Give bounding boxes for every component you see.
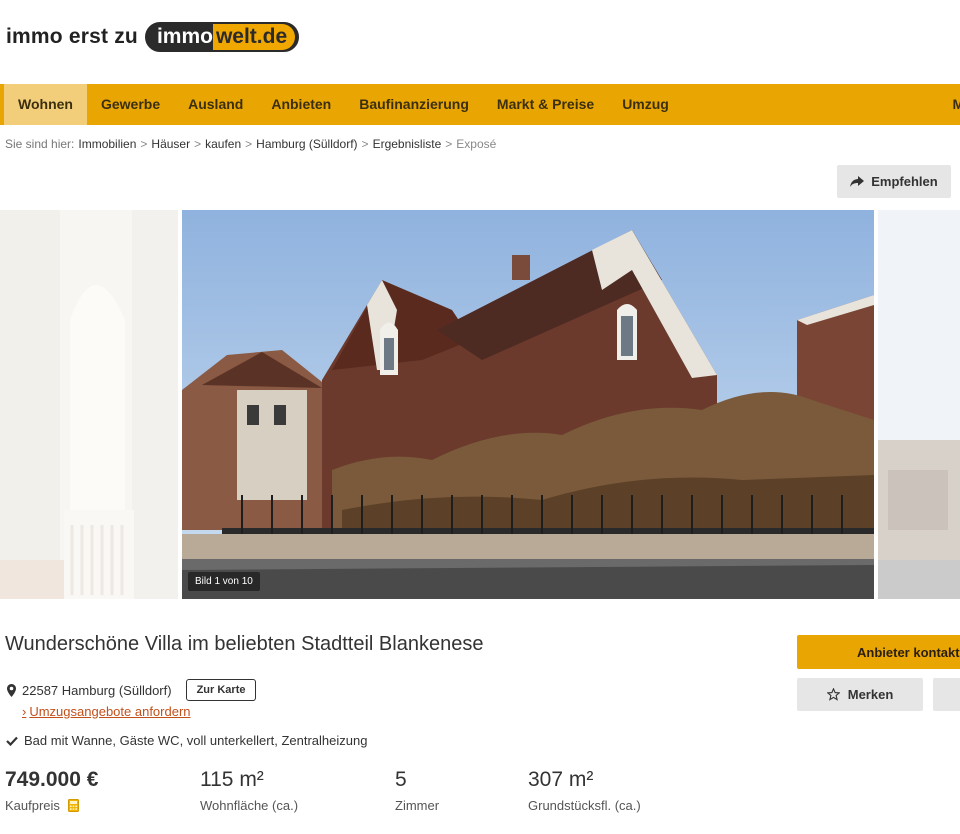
contact-provider-button[interactable]: Anbieter kontaktieren — [797, 635, 960, 669]
breadcrumb-link[interactable]: Hamburg (Sülldorf) — [256, 137, 357, 151]
breadcrumb-link[interactable]: kaufen — [205, 137, 241, 151]
nav-item-ausland[interactable]: Ausland — [174, 84, 257, 125]
checkmark-icon — [6, 736, 18, 746]
logo-immo: immo — [156, 25, 213, 48]
living-area-label: Wohnfläche (ca.) — [200, 798, 299, 813]
living-area-value: 115 m² — [200, 768, 264, 791]
moving-offers-link[interactable]: › Umzugsangebote anfordern — [22, 704, 191, 719]
listing-title: Wunderschöne Villa im beliebten Stadttei… — [5, 633, 484, 655]
show-map-button[interactable]: Zur Karte — [185, 679, 257, 701]
logo-welt: welt.de — [212, 24, 296, 50]
breadcrumb-separator: > — [140, 137, 148, 151]
fact-plot-area: 307 m² Grundstücksfl. (ca.) — [528, 768, 641, 813]
listing-address-row: 22587 Hamburg (Sülldorf) Zur Karte — [7, 679, 257, 701]
site-logo[interactable]: immo erst zu immo welt.de — [6, 22, 300, 52]
plot-area-value: 307 m² — [528, 768, 594, 791]
breadcrumb-link[interactable]: Immobilien — [78, 137, 136, 151]
breadcrumb-separator: > — [361, 137, 369, 151]
breadcrumb-link[interactable]: Häuser — [151, 137, 190, 151]
breadcrumb-link[interactable]: Ergebnisliste — [373, 137, 442, 151]
fact-rooms: 5 Zimmer — [395, 768, 439, 813]
breadcrumb-prefix: Sie sind hier: — [5, 137, 75, 151]
logo-badge: immo welt.de — [144, 22, 300, 52]
rooms-value: 5 — [395, 768, 407, 791]
save-listing-button[interactable]: Merken — [797, 678, 923, 711]
fact-price: 749.000 € Kaufpreis — [5, 768, 98, 813]
nav-item-wohnen[interactable]: Wohnen — [4, 84, 87, 125]
listing-address: 22587 Hamburg (Sülldorf) — [22, 682, 172, 698]
logo-prefix: immo erst zu — [6, 25, 138, 48]
save-listing-label: Merken — [847, 687, 894, 702]
star-icon — [826, 688, 840, 701]
breadcrumb-separator: > — [445, 137, 453, 151]
chevron-right-icon: › — [22, 704, 27, 719]
price-label: Kaufpreis — [5, 798, 60, 813]
moving-offers-link-label: Umzugsangebote anfordern — [29, 704, 191, 719]
price-value: 749.000 € — [5, 768, 99, 791]
nav-item-baufinanzierung[interactable]: Baufinanzierung — [345, 84, 483, 125]
image-counter: Bild 1 von 10 — [188, 572, 260, 591]
image-gallery — [0, 210, 960, 599]
nav-item-anbieten[interactable]: Anbieten — [257, 84, 345, 125]
plot-area-label: Grundstücksfl. (ca.) — [528, 798, 641, 813]
breadcrumb-separator: > — [194, 137, 202, 151]
share-icon — [850, 175, 865, 187]
site-header: immo erst zu immo welt.de — [0, 0, 960, 84]
fact-living-area: 115 m² Wohnfläche (ca.) — [200, 768, 298, 813]
share-button[interactable]: Empfehlen — [837, 165, 951, 198]
gallery-next-image[interactable] — [878, 210, 960, 599]
features-text: Bad mit Wanne, Gäste WC, voll unterkelle… — [24, 733, 368, 748]
gallery-main-photo[interactable] — [182, 210, 874, 599]
map-pin-icon — [7, 683, 16, 697]
contact-provider-label: Anbieter kontaktieren — [857, 644, 960, 660]
price-label-row: Kaufpreis — [5, 798, 98, 813]
main-nav: Wohnen Gewerbe Ausland Anbieten Baufinan… — [0, 84, 960, 125]
nav-item-umzug[interactable]: Umzug — [608, 84, 683, 125]
breadcrumb-current: Exposé — [456, 137, 497, 151]
nav-item-truncated[interactable]: Me — [953, 84, 960, 125]
rooms-label: Zimmer — [395, 798, 440, 813]
calculator-icon[interactable] — [67, 799, 79, 812]
breadcrumb-separator: > — [245, 137, 253, 151]
nav-item-markt-preise[interactable]: Markt & Preise — [483, 84, 608, 125]
gallery-prev-image[interactable] — [0, 210, 178, 599]
share-button-label: Empfehlen — [871, 174, 938, 189]
listing-features: Bad mit Wanne, Gäste WC, voll unterkelle… — [6, 733, 367, 748]
nav-item-gewerbe[interactable]: Gewerbe — [87, 84, 174, 125]
more-actions-button[interactable] — [933, 678, 960, 711]
breadcrumb: Sie sind hier: Immobilien > Häuser > kau… — [5, 137, 496, 151]
